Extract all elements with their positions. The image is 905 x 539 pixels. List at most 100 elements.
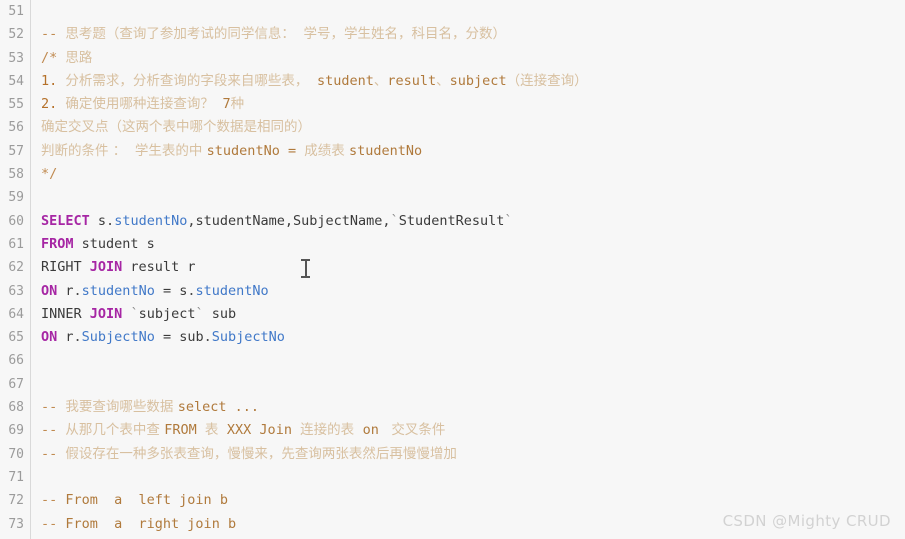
line-number: 51 [8, 4, 24, 19]
code-token: -- [41, 445, 66, 462]
line-number: 73 [8, 516, 24, 532]
line-text[interactable]: 判断的条件 ： 学生表的中 studentNo = 成绩表 studentNo [41, 140, 422, 163]
code-token: INNER [41, 305, 90, 322]
line-text[interactable]: */ [41, 163, 57, 186]
code-token: 假设存在一种多张表查询，慢慢来，先查询两张表然后再慢慢增加 [65, 445, 457, 462]
code-token: studentNo [349, 142, 423, 159]
code-token: subject [138, 305, 196, 322]
line-text[interactable]: 确定交叉点（这两个表中哪个数据是相同的） [41, 116, 311, 139]
line-text[interactable]: ON r.studentNo = s.studentNo [41, 280, 269, 303]
code-token: ON [41, 282, 58, 299]
code-line[interactable]: 64 INNER JOIN `subject` sub [0, 303, 905, 326]
line-number: 56 [8, 120, 24, 136]
code-token: student [316, 72, 374, 89]
code-token: StudentResult [398, 212, 505, 229]
code-token: = sub [154, 329, 204, 346]
code-token: studentNo [206, 142, 280, 159]
code-token: 确定使用哪种连接查询？ [65, 96, 223, 113]
code-line[interactable]: 60 SELECT s.studentNo,studentName,Subject… [0, 210, 905, 233]
code-line[interactable]: 65 ON r.SubjectNo = sub.SubjectNo [0, 326, 905, 349]
code-line[interactable]: 68 -- 我要查询哪些数据 select ... [0, 396, 905, 419]
code-line[interactable]: 58 */ [0, 163, 905, 186]
code-token: result [387, 72, 437, 89]
line-text[interactable]: ON r.SubjectNo = sub.SubjectNo [41, 326, 285, 349]
line-text[interactable]: 1. 分析需求，分析查询的字段来自哪些表， student、result、sub… [41, 70, 588, 93]
line-number: 55 [8, 97, 24, 113]
code-line[interactable]: 69 -- 从那几个表中查 FROM 表 XXX Join 连接的表 on 交叉条… [0, 419, 905, 442]
watermark-label: CSDN @Mighty CRUD [722, 511, 891, 530]
code-line[interactable]: 56 确定交叉点（这两个表中哪个数据是相同的） [0, 116, 905, 139]
line-number: 72 [8, 493, 24, 509]
code-token: From a right join b [65, 515, 237, 532]
line-text[interactable]: -- 我要查询哪些数据 select ... [41, 396, 259, 419]
code-line[interactable]: 52 -- 思考题（查询了参加考试的同学信息： 学号，学生姓名，科目名，分数） [0, 23, 905, 46]
code-line[interactable]: 57 判断的条件 ： 学生表的中 studentNo = 成绩表 studentN… [0, 140, 905, 163]
code-content-area[interactable]: 51 52 -- 思考题（查询了参加考试的同学信息： 学号，学生姓名，科目名，分数）… [0, 0, 905, 536]
code-token: sub [203, 305, 237, 322]
line-text[interactable]: -- 假设存在一种多张表查询，慢慢来，先查询两张表然后再慢慢增加 [41, 443, 457, 466]
code-line[interactable]: 71 [0, 466, 905, 489]
sql-code-editor[interactable]: 51 52 -- 思考题（查询了参加考试的同学信息： 学号，学生姓名，科目名，分数）… [0, 0, 905, 539]
code-line[interactable]: 51 [0, 0, 905, 23]
code-token: ,studentName,SubjectName, [187, 212, 391, 229]
code-token: */ [41, 166, 58, 183]
code-line[interactable]: 67 [0, 373, 905, 396]
line-text[interactable]: RIGHT JOIN result r [41, 256, 195, 279]
code-token: r [57, 329, 74, 346]
code-token: 1. [41, 72, 66, 89]
code-line[interactable]: 62 RIGHT JOIN result r [0, 256, 905, 279]
code-token: ` [130, 305, 139, 322]
line-text[interactable]: -- 从那几个表中查 FROM 表 XXX Join 连接的表 on 交叉条件 [41, 419, 445, 442]
code-token: . [203, 329, 212, 346]
code-line[interactable]: 54 1. 分析需求，分析查询的字段来自哪些表， student、result、s… [0, 70, 905, 93]
code-token: . [73, 329, 82, 346]
code-line[interactable]: 66 [0, 349, 905, 372]
line-number: 52 [8, 27, 24, 43]
line-number: 70 [8, 446, 24, 462]
code-token: /* [41, 49, 66, 66]
code-line[interactable]: 55 2. 确定使用哪种连接查询？ 7种 [0, 93, 905, 116]
code-token: 从那几个表中查 [65, 422, 165, 439]
line-number: 66 [8, 353, 24, 369]
line-text[interactable]: -- From a right join b [41, 513, 236, 536]
code-token: studentNo [81, 282, 155, 299]
code-token: RIGHT [41, 259, 90, 276]
code-token: on [362, 422, 388, 439]
line-text[interactable]: -- 思考题（查询了参加考试的同学信息： 学号，学生姓名，科目名，分数） [41, 23, 506, 46]
code-token: s [89, 212, 107, 229]
code-token: -- [41, 492, 66, 509]
code-line[interactable]: 70 -- 假设存在一种多张表查询，慢慢来，先查询两张表然后再慢慢增加 [0, 443, 905, 466]
line-text[interactable]: 2. 确定使用哪种连接查询？ 7种 [41, 93, 244, 116]
code-line[interactable]: 61 FROM student s [0, 233, 905, 256]
code-token: 、 [373, 72, 388, 89]
line-text[interactable]: /* 思路 [41, 47, 92, 70]
line-number: 68 [8, 400, 24, 416]
line-text[interactable]: INNER JOIN `subject` sub [41, 303, 236, 326]
line-text[interactable]: FROM student s [41, 233, 155, 256]
line-number: 58 [8, 167, 24, 183]
code-token: ON [41, 329, 58, 346]
line-text[interactable]: -- From a left join b [41, 489, 228, 512]
code-token: 连接的表 [300, 422, 363, 439]
code-line[interactable]: 63 ON r.studentNo = s.studentNo [0, 280, 905, 303]
code-token: 思考题（查询了参加考试的同学信息： 学号，学生姓名，科目名，分数） [65, 26, 506, 43]
code-token: 我要查询哪些数据 [65, 399, 178, 416]
code-token: ` [195, 305, 204, 322]
code-token: 成绩表 [304, 142, 350, 159]
code-token: 、 [436, 72, 450, 89]
code-line[interactable]: 59 [0, 186, 905, 209]
code-token: subject [449, 72, 507, 89]
code-line[interactable]: 53 /* 思路 [0, 47, 905, 70]
line-text[interactable]: SELECT s.studentNo,studentName,SubjectNa… [41, 210, 513, 233]
line-number: 54 [8, 73, 24, 89]
code-token: SubjectNo [81, 329, 155, 346]
code-token: 种 [230, 96, 245, 113]
code-token: result r [122, 259, 196, 276]
line-number: 64 [8, 306, 24, 322]
line-number: 53 [8, 50, 24, 66]
code-token: student s [73, 235, 155, 252]
code-token: From a left join b [65, 492, 228, 509]
line-number: 61 [8, 236, 24, 252]
code-token: FROM [41, 235, 74, 252]
code-token: （连接查询） [506, 72, 588, 89]
